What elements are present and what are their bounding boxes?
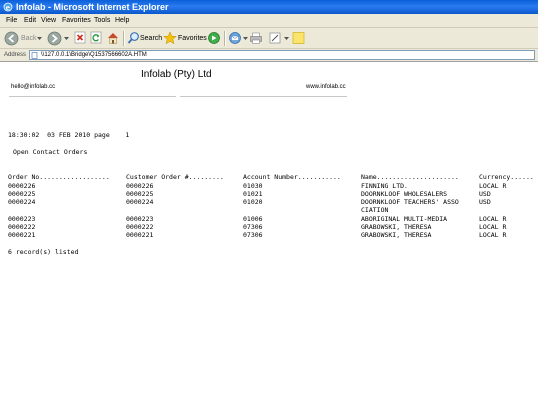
menu-tools[interactable]: Tools	[94, 17, 110, 25]
customer-name: ABORIGINAL MULTI-MEDIA	[361, 215, 448, 223]
back-arrow-icon	[4, 31, 19, 46]
svg-text:e: e	[6, 3, 11, 12]
menu-bar: File Edit View Favorites Tools Help	[0, 14, 538, 28]
back-button[interactable]: Back	[4, 31, 42, 46]
customer-order: 0000221	[126, 231, 154, 239]
currency: LOCAL R	[479, 231, 507, 239]
refresh-button[interactable]	[90, 31, 103, 46]
printer-icon	[250, 32, 262, 44]
search-label: Search	[140, 35, 163, 42]
favorites-button[interactable]: Favorites	[163, 31, 207, 46]
star-icon	[163, 31, 177, 45]
forward-arrow-icon	[47, 31, 62, 46]
page-content: Infolab (Pty) Ltd hello@infolab.cc www.i…	[0, 62, 538, 402]
menu-edit[interactable]: Edit	[24, 17, 36, 25]
column-header-order-no: Order No..................	[8, 173, 110, 181]
favorites-label: Favorites	[178, 35, 207, 42]
chevron-down-icon	[64, 37, 69, 40]
divider	[180, 96, 347, 97]
report-timestamp: 18:30:02 03 FEB 2010 page 1	[8, 131, 130, 139]
home-button[interactable]	[106, 31, 120, 46]
email-link[interactable]: hello@infolab.cc	[11, 84, 55, 91]
toolbar-separator	[224, 31, 226, 46]
stop-button[interactable]	[74, 31, 87, 46]
order-no: 0000223	[8, 215, 36, 223]
address-input[interactable]: \\127.0.0.1\Bridge\Q1537566602A.HTM	[29, 50, 535, 60]
page-icon	[31, 52, 38, 59]
order-no: 0000221	[8, 231, 36, 239]
customer-name: DOORNKLOOF WHOLESALERS	[361, 190, 448, 198]
window-title: Infolab - Microsoft Internet Explorer	[16, 2, 169, 12]
toolbar: Back Search Favorites	[0, 28, 538, 49]
column-header-name: Name.....................	[361, 173, 459, 181]
menu-view[interactable]: View	[41, 17, 56, 25]
address-label: Address	[4, 52, 27, 58]
order-no: 0000224	[8, 198, 36, 206]
print-button[interactable]	[249, 31, 263, 46]
home-icon	[108, 33, 118, 44]
customer-order: 0000223	[126, 215, 154, 223]
notes-button[interactable]	[292, 31, 305, 46]
customer-order: 0000226	[126, 182, 154, 190]
stop-icon	[74, 31, 86, 44]
website-link[interactable]: www.infolab.cc	[306, 84, 346, 91]
currency: USD	[479, 190, 491, 198]
edit-button[interactable]	[268, 31, 290, 46]
account-number: 01030	[243, 182, 263, 190]
customer-order: 0000224	[126, 198, 154, 206]
mail-button[interactable]	[228, 31, 248, 46]
customer-name: GRABOWSKI, THERESA	[361, 231, 432, 239]
menu-file[interactable]: File	[6, 17, 17, 25]
currency: LOCAL R	[479, 182, 507, 190]
chevron-down-icon	[284, 37, 289, 40]
account-number: 01020	[243, 198, 263, 206]
customer-order: 0000222	[126, 223, 154, 231]
search-button[interactable]: Search	[127, 31, 163, 46]
internet-explorer-icon: e	[3, 2, 13, 12]
address-value: \\127.0.0.1\Bridge\Q1537566602A.HTM	[41, 52, 147, 58]
chevron-down-icon	[37, 37, 42, 40]
note-icon	[292, 32, 305, 44]
menu-help[interactable]: Help	[115, 17, 129, 25]
report-title: Open Contact Orders	[13, 148, 88, 156]
account-number: 07306	[243, 223, 263, 231]
account-number: 01006	[243, 215, 263, 223]
customer-name: FINNING LTD.	[361, 182, 408, 190]
customer-name: DOORNKLOOF TEACHERS' ASSO	[361, 198, 459, 206]
title-bar[interactable]: e Infolab - Microsoft Internet Explorer	[0, 0, 538, 14]
edit-page-icon	[269, 32, 281, 44]
back-label: Back	[21, 35, 37, 42]
chevron-down-icon	[243, 37, 248, 40]
menu-favorites[interactable]: Favorites	[62, 17, 91, 25]
company-name: Infolab (Pty) Ltd	[141, 69, 212, 80]
media-icon	[208, 32, 220, 44]
account-number: 07306	[243, 231, 263, 239]
order-no: 0000225	[8, 190, 36, 198]
record-count: 6 record(s) listed	[8, 248, 79, 256]
divider	[9, 96, 176, 97]
address-bar: Address \\127.0.0.1\Bridge\Q1537566602A.…	[0, 49, 538, 62]
media-button[interactable]	[207, 31, 221, 46]
column-header-customer-order: Customer Order #.........	[126, 173, 224, 181]
search-icon	[127, 32, 139, 44]
currency: LOCAL R	[479, 223, 507, 231]
currency: LOCAL R	[479, 215, 507, 223]
column-header-account-number: Account Number...........	[243, 173, 341, 181]
account-number: 01021	[243, 190, 263, 198]
mail-icon	[229, 32, 241, 44]
toolbar-separator	[123, 31, 125, 46]
customer-name: CIATION	[361, 206, 389, 214]
customer-name: GRABOWSKI, THERESA	[361, 223, 432, 231]
currency: USD	[479, 198, 491, 206]
forward-button[interactable]	[47, 31, 71, 46]
customer-order: 0000225	[126, 190, 154, 198]
refresh-icon	[90, 31, 102, 44]
column-header-currency: Currency......	[479, 173, 534, 181]
order-no: 0000222	[8, 223, 36, 231]
order-no: 0000226	[8, 182, 36, 190]
